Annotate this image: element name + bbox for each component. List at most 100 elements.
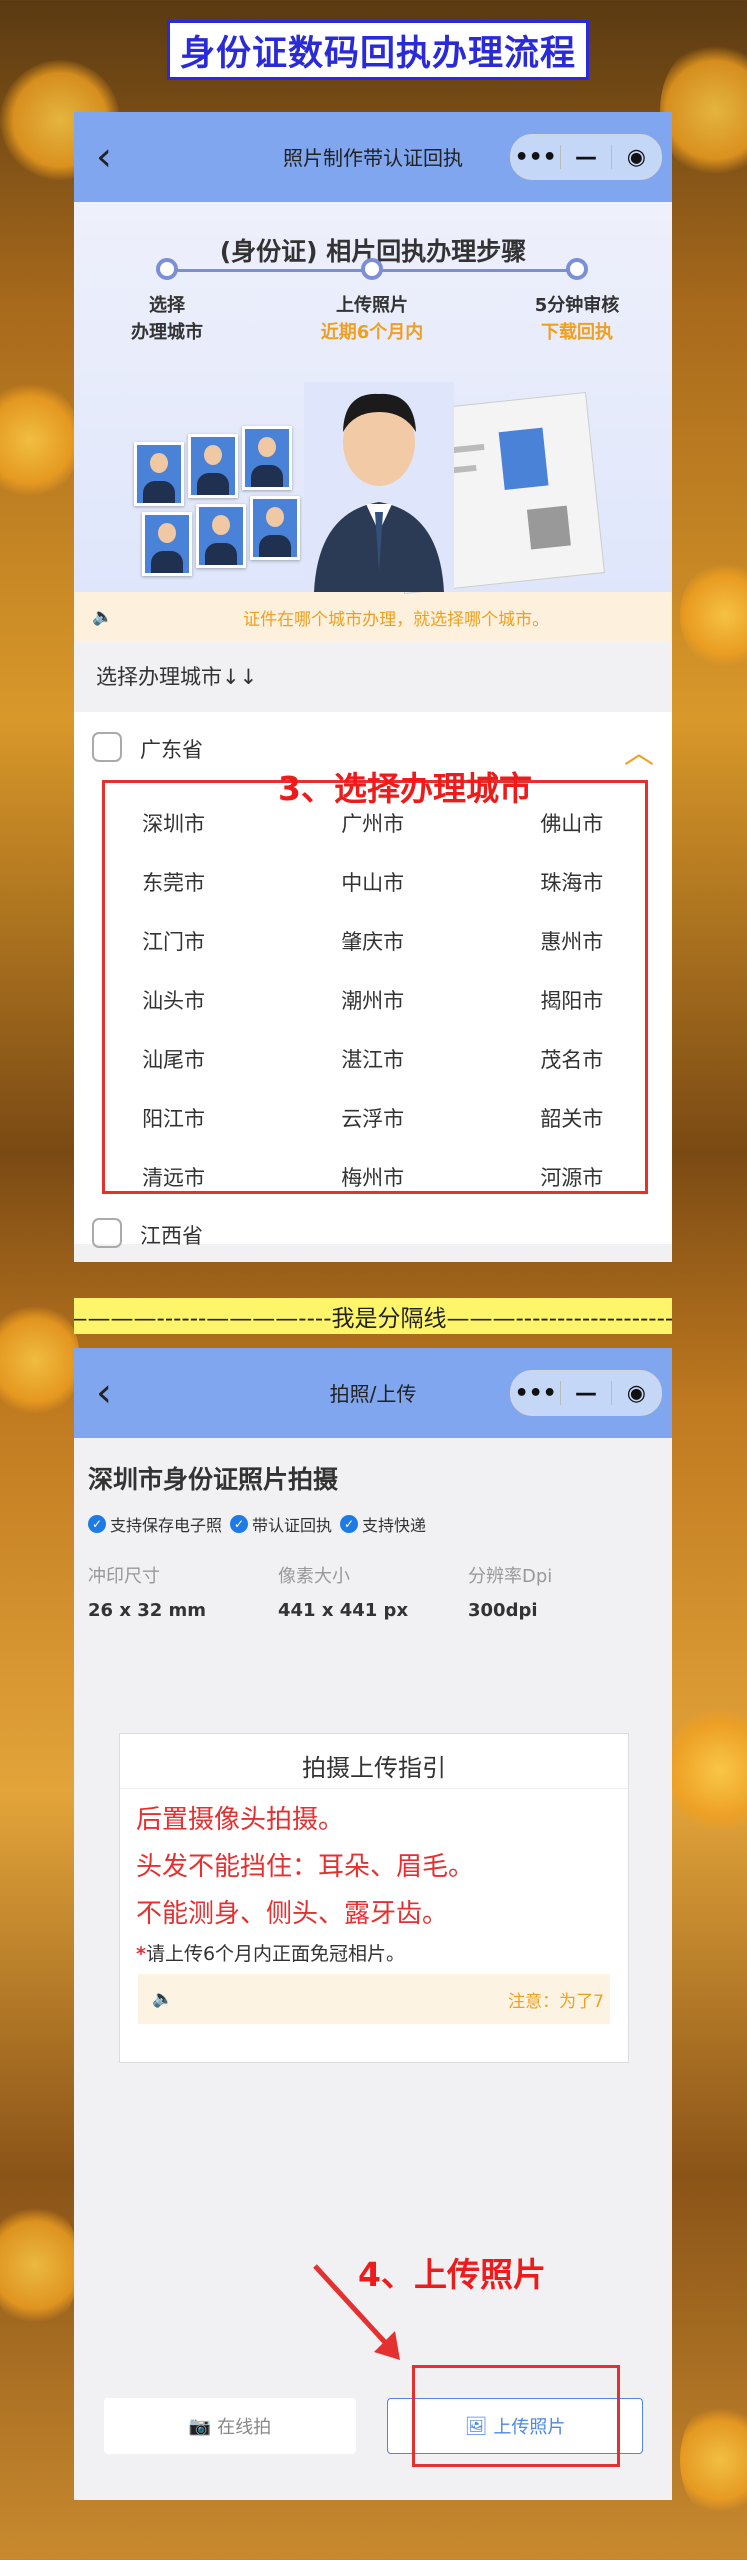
city-item[interactable]: 江门市 (74, 926, 273, 956)
guide-line: 头发不能挡住：耳朵、眉毛。 (136, 1852, 475, 1882)
page-title: 身份证数码回执办理流程 (167, 20, 589, 80)
guide-note-text: 注意：为了7 (508, 1991, 604, 2012)
id-photo-sample (142, 512, 192, 576)
more-icon[interactable]: ••• (511, 1381, 560, 1406)
spec-label: 像素大小 (278, 1566, 350, 1587)
feature-tag: ✓ 支持快递 (340, 1512, 426, 1536)
mini-program-capsule: ••• — ◉ (510, 134, 662, 180)
step-2: 上传照片 近期6个月内 (292, 292, 452, 346)
city-item[interactable]: 珠海市 (472, 867, 671, 897)
close-icon[interactable]: ◉ (612, 1381, 661, 1406)
city-item[interactable]: 湛江市 (273, 1044, 472, 1074)
city-row: 东莞市 中山市 珠海市 (74, 852, 672, 911)
step-1: 选择 办理城市 (87, 292, 247, 346)
city-item[interactable]: 河源市 (472, 1162, 671, 1192)
sample-photos-illustration (134, 382, 614, 595)
spec-print-size: 冲印尺寸 26 x 32 mm (88, 1562, 278, 1621)
speaker-icon: 🔈 (152, 1989, 174, 2009)
city-item[interactable]: 东莞市 (74, 867, 273, 897)
close-icon[interactable]: ◉ (612, 145, 661, 170)
city-item[interactable]: 广州市 (273, 808, 472, 838)
notice-text: 证件在哪个城市办理，就选择哪个城市。 (243, 609, 550, 630)
spec-label: 分辨率Dpi (468, 1566, 553, 1587)
badge-icon (92, 732, 122, 762)
city-item[interactable]: 韶关市 (472, 1103, 671, 1133)
id-photo-sample (134, 442, 184, 506)
camera-icon: 📷 (188, 2415, 212, 2437)
check-icon: ✓ (340, 1515, 359, 1533)
step-dot (156, 258, 178, 280)
province-name: 江西省 (140, 1224, 203, 1248)
spec-dpi: 分辨率Dpi 300dpi (468, 1562, 658, 1621)
city-row: 清远市 梅州市 河源市 (74, 1147, 672, 1206)
guide-note-bar: 🔈 注意：为了7 (138, 1974, 610, 2024)
city-item[interactable]: 茂名市 (472, 1044, 671, 1074)
step-2-line1: 上传照片 (336, 295, 408, 316)
highlight-box (412, 2365, 620, 2467)
city-grid: 深圳市 广州市 佛山市 东莞市 中山市 珠海市 江门市 肇庆市 惠州市 汕头市 … (74, 780, 672, 1206)
online-shoot-button[interactable]: 📷 在线拍 (104, 2398, 356, 2454)
guide-hint: *请上传6个月内正面免冠相片。 (136, 1943, 406, 1965)
city-item[interactable]: 汕尾市 (74, 1044, 273, 1074)
province-row-jiangxi[interactable]: 江西省 (74, 1204, 672, 1248)
photo-specs: 冲印尺寸 26 x 32 mm 像素大小 441 x 441 px 分辨率Dpi… (74, 1536, 672, 1621)
step-3: 5分钟审核 下载回执 (497, 292, 657, 346)
spec-pixel-size: 像素大小 441 x 441 px (278, 1562, 468, 1621)
notice-bar: 🔈 证件在哪个城市办理，就选择哪个城市。 (74, 592, 672, 642)
minimize-icon[interactable]: — (561, 145, 610, 170)
city-item[interactable]: 揭阳市 (472, 985, 671, 1015)
check-icon: ✓ (230, 1515, 249, 1533)
city-item[interactable]: 深圳市 (74, 808, 273, 838)
minimize-icon[interactable]: — (561, 1381, 610, 1406)
spec-value: 26 x 32 mm (88, 1600, 207, 1621)
steps-banner: (身份证) 相片回执办理步骤 选择 办理城市 上传照片 近期6个月内 5分钟审核… (74, 202, 672, 595)
city-item[interactable]: 清远市 (74, 1162, 273, 1192)
spec-label: 冲印尺寸 (88, 1566, 160, 1587)
spec-value: 300dpi (468, 1600, 538, 1621)
step-1-line2: 办理城市 (131, 322, 203, 343)
id-photo-sample (250, 496, 300, 560)
city-item[interactable]: 汕头市 (74, 985, 273, 1015)
city-item[interactable]: 中山市 (273, 867, 472, 897)
id-photo-sample (242, 426, 292, 490)
feature-tags: ✓ 支持保存电子照 ✓ 带认证回执 ✓ 支持快递 (74, 1496, 672, 1536)
portrait-image (304, 382, 454, 592)
check-icon: ✓ (88, 1515, 106, 1533)
upload-heading: 深圳市身份证照片拍摄 (88, 1465, 339, 1494)
spec-value: 441 x 441 px (278, 1600, 409, 1621)
screen-city-select: ‹ 照片制作带认证回执 ••• — ◉ (身份证) 相片回执办理步骤 选择 办理… (74, 112, 672, 1262)
nav-bar: ‹ 照片制作带认证回执 ••• — ◉ (74, 112, 672, 202)
city-item[interactable]: 惠州市 (472, 926, 671, 956)
more-icon[interactable]: ••• (511, 145, 560, 170)
chevron-up-icon[interactable]: ︿ (624, 728, 654, 772)
annotation-step3: 3、选择办理城市 (278, 769, 532, 808)
guide-hint-text: 请上传6个月内正面免冠相片。 (145, 1943, 406, 1965)
city-item[interactable]: 阳江市 (74, 1103, 273, 1133)
guide-line: 不能测身、侧头、露牙齿。 (136, 1899, 449, 1929)
step-3-line2: 下载回执 (541, 322, 613, 343)
city-item[interactable]: 云浮市 (273, 1103, 472, 1133)
guide-line: 后置摄像头拍摄。 (136, 1805, 345, 1835)
speaker-icon: 🔈 (92, 607, 114, 627)
id-photo-sample (188, 434, 238, 498)
city-row: 阳江市 云浮市 韶关市 (74, 1088, 672, 1147)
online-shoot-label: 在线拍 (217, 2417, 272, 2438)
city-item[interactable]: 肇庆市 (273, 926, 472, 956)
step-3-line1: 5分钟审核 (534, 295, 620, 316)
badge-icon (92, 1218, 122, 1248)
city-item[interactable]: 佛山市 (472, 808, 671, 838)
mini-program-capsule: ••• — ◉ (510, 1370, 662, 1416)
step-1-line1: 选择 (149, 295, 185, 316)
id-photo-sample (196, 504, 246, 568)
step-dot (566, 258, 588, 280)
upload-guide-card: 拍摄上传指引 后置摄像头拍摄。 头发不能挡住：耳朵、眉毛。 不能测身、侧头、露牙… (119, 1733, 629, 2063)
nav-bar: ‹ 拍照/上传 ••• — ◉ (74, 1348, 672, 1438)
city-row: 汕尾市 湛江市 茂名市 (74, 1029, 672, 1088)
step-dot (361, 258, 383, 280)
tag-label: 带认证回执 (252, 1516, 333, 1535)
divider-banner: ————------————----我是分隔线———--------------… (74, 1298, 672, 1334)
feature-tag: ✓ 带认证回执 (230, 1512, 332, 1536)
city-item[interactable]: 潮州市 (273, 985, 472, 1015)
city-item[interactable]: 梅州市 (273, 1162, 472, 1192)
guide-title: 拍摄上传指引 (120, 1734, 628, 1789)
